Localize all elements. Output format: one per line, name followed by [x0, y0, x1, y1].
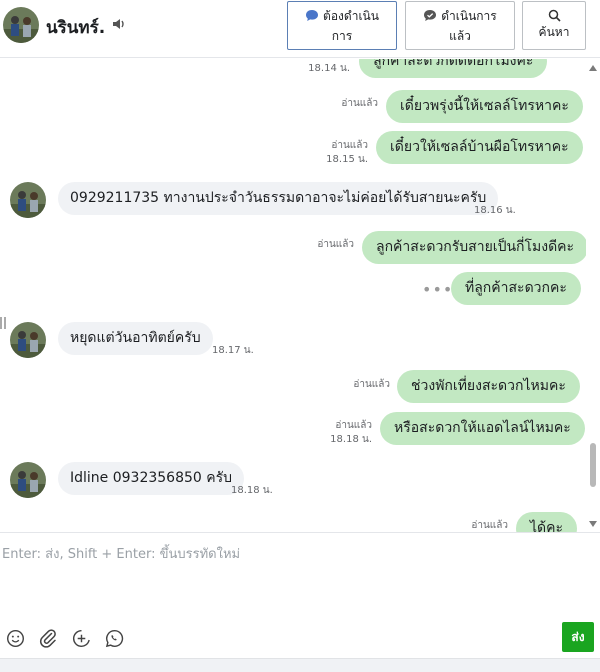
- search-label: ค้นหา: [538, 25, 570, 39]
- message-outgoing[interactable]: ช่วงพักเที่ยงสะดวกไหมคะ: [397, 370, 580, 403]
- search-icon: [548, 9, 561, 22]
- message-time: 18.16 น.: [474, 205, 516, 216]
- message-outgoing[interactable]: ลูกค้าสะดวกติดต่อกี่โมงคะ: [359, 59, 548, 78]
- contact-name: นรินทร์.: [46, 18, 106, 38]
- quick-reply-button[interactable]: [103, 627, 125, 649]
- read-receipt: อ่านแล้ว: [335, 420, 372, 431]
- message-time: 18.18 น.: [330, 434, 372, 445]
- message-incoming[interactable]: Idline 0932356850 ครับ: [58, 462, 245, 495]
- chat-header: นรินทร์. ต้องดำเนิน การ ดำเนินการ แล้ว ค…: [0, 0, 600, 58]
- scroll-thumb[interactable]: [590, 443, 596, 487]
- message-time: 18.18 น.: [231, 485, 273, 496]
- message-outgoing[interactable]: ที่ลูกค้าสะดวกคะ: [451, 272, 581, 305]
- bottom-bar: [0, 658, 600, 672]
- message-incoming[interactable]: 0929211735 ทางานประจำวันธรรมดาอาจะไม่ค่อ…: [58, 182, 499, 215]
- chat-bubble-icon: [306, 10, 319, 21]
- message-time: 18.17 น.: [212, 345, 254, 356]
- attach-button[interactable]: [37, 627, 59, 649]
- emoji-icon: [6, 629, 24, 647]
- pending-label-line1: ต้องดำเนิน: [323, 8, 379, 23]
- done-label-line2: แล้ว: [449, 28, 471, 43]
- contact-avatar[interactable]: [10, 322, 46, 358]
- message-outgoing[interactable]: เดี๋ยวให้เซลล์บ้านผือโทรหาคะ: [376, 131, 583, 164]
- message-time: 18.14 น.: [308, 63, 350, 74]
- contact-avatar[interactable]: [10, 182, 46, 218]
- message-list[interactable]: ลูกค้าสะดวกติดต่อกี่โมงคะ 18.14 น. เดี๋ย…: [0, 59, 586, 532]
- read-receipt: อ่านแล้ว: [341, 98, 378, 109]
- emoji-button[interactable]: [4, 627, 26, 649]
- message-scrollbar[interactable]: [586, 59, 600, 532]
- scroll-down-arrow[interactable]: [589, 521, 597, 527]
- contact-avatar[interactable]: [3, 7, 39, 43]
- read-receipt: อ่านแล้ว: [353, 379, 390, 390]
- read-receipt: อ่านแล้ว: [331, 140, 368, 151]
- read-receipt: อ่านแล้ว: [317, 239, 354, 250]
- plus-circle-icon: [72, 629, 90, 647]
- chat-check-icon: [424, 10, 437, 21]
- message-outgoing[interactable]: ลูกค้าสะดวกรับสายเป็นกี่โมงดีคะ: [362, 231, 586, 264]
- typing-indicator: •••: [422, 280, 454, 299]
- speaker-icon[interactable]: [111, 16, 127, 32]
- add-button[interactable]: [70, 627, 92, 649]
- pending-label-line2: การ: [331, 28, 353, 43]
- scroll-up-arrow[interactable]: [589, 65, 597, 71]
- resize-handle[interactable]: [0, 317, 6, 329]
- message-outgoing[interactable]: หรือสะดวกให้แอดไลน์ไหมคะ: [380, 412, 585, 445]
- search-button[interactable]: ค้นหา: [522, 1, 586, 50]
- message-outgoing[interactable]: ได้คะ: [516, 512, 578, 532]
- contact-avatar[interactable]: [10, 462, 46, 498]
- message-input[interactable]: [0, 539, 600, 619]
- message-outgoing[interactable]: เดี๋ยวพรุ่งนี้ให้เซลล์โทรหาคะ: [386, 90, 583, 123]
- paperclip-icon: [39, 629, 56, 648]
- composer: ส่ง: [0, 532, 600, 672]
- phone-bubble-icon: [105, 629, 123, 647]
- read-receipt: อ่านแล้ว: [471, 520, 508, 531]
- pending-filter-button[interactable]: ต้องดำเนิน การ: [287, 1, 397, 50]
- message-incoming[interactable]: หยุดแต่วันอาทิตย์ครับ: [58, 322, 213, 355]
- send-button[interactable]: ส่ง: [562, 622, 594, 652]
- done-filter-button[interactable]: ดำเนินการ แล้ว: [405, 1, 515, 50]
- message-time: 18.15 น.: [326, 154, 368, 165]
- done-label-line1: ดำเนินการ: [441, 8, 497, 23]
